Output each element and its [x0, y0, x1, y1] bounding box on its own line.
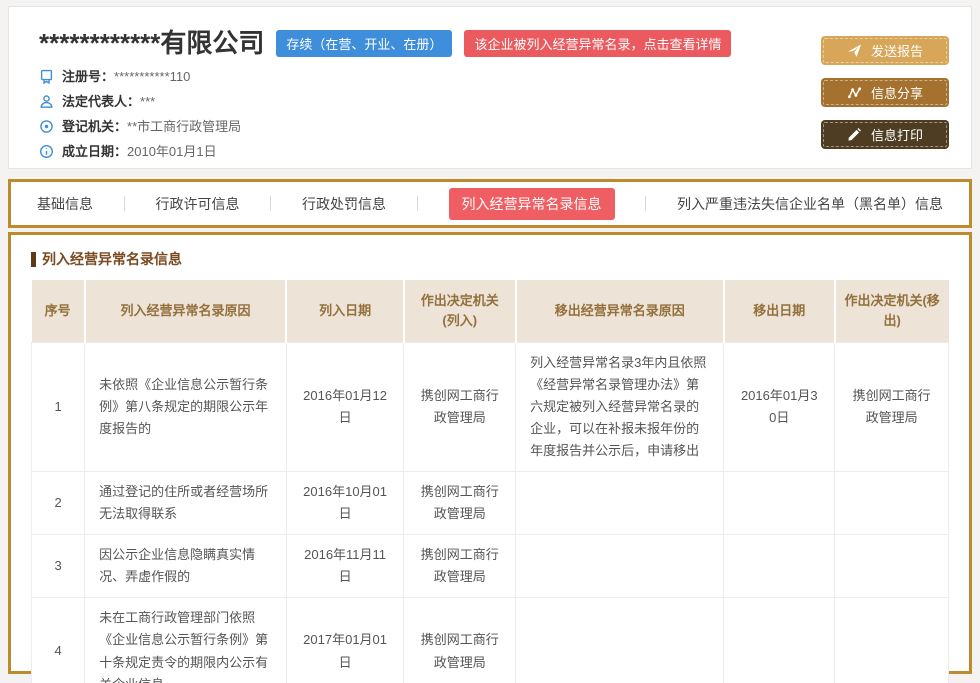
table-cell: 携创网工商行政管理局: [404, 342, 516, 471]
person-icon: [39, 94, 54, 109]
abnormal-records-table: 序号列入经营异常名录原因列入日期作出决定机关(列入)移出经营异常名录原因移出日期…: [31, 280, 949, 683]
info-label: 法定代表人：: [62, 93, 140, 111]
column-header: 移出日期: [724, 280, 835, 342]
table-row: 2通过登记的住所或者经营场所无法取得联系2016年10月01日携创网工商行政管理…: [32, 471, 949, 534]
table-cell: 携创网工商行政管理局: [404, 471, 516, 534]
abnormal-list-section: 列入经营异常名录信息 序号列入经营异常名录原因列入日期作出决定机关(列入)移出经…: [8, 232, 972, 674]
status-badge: 存续（在营、开业、在册）: [276, 30, 452, 57]
print-info-button[interactable]: 信息打印: [821, 120, 949, 149]
send-report-button[interactable]: 发送报告: [821, 36, 949, 65]
company-info-list: 注册号：***********110 法定代表人：*** 登记机关：**市工商行政管…: [39, 68, 731, 161]
action-button-label: 信息打印: [871, 125, 923, 144]
tab-bar: 基础信息 行政许可信息 行政处罚信息 列入经营异常名录信息 列入严重违法失信企业名单（黑…: [8, 179, 972, 228]
column-header: 作出决定机关(移出): [835, 280, 949, 342]
table-cell: 2016年01月12日: [286, 342, 403, 471]
table-row: 1未依照《企业信息公示暂行条例》第八条规定的期限公示年度报告的2016年01月1…: [32, 342, 949, 471]
column-header: 序号: [32, 280, 85, 342]
share-icon: [847, 85, 862, 100]
tab-admin-license[interactable]: 行政许可信息: [156, 194, 240, 214]
tab-abnormal-list[interactable]: 列入经营异常名录信息: [449, 188, 615, 220]
location-icon: [39, 119, 54, 134]
column-header: 列入经营异常名录原因: [85, 280, 287, 342]
table-cell: [724, 535, 835, 598]
table-cell: 2016年01月30日: [724, 342, 835, 471]
info-label: 注册号：: [62, 68, 114, 86]
info-label: 成立日期：: [62, 143, 127, 161]
info-value: ***: [140, 93, 155, 111]
table-cell: 未依照《企业信息公示暂行条例》第八条规定的期限公示年度报告的: [85, 342, 287, 471]
page: ************有限公司 存续（在营、开业、在册） 该企业被列入经营异常…: [0, 0, 980, 674]
info-value: **市工商行政管理局: [127, 118, 241, 136]
pencil-icon: [847, 127, 862, 142]
table-cell: [835, 535, 949, 598]
tab-admin-penalty[interactable]: 行政处罚信息: [302, 194, 386, 214]
row-index-cell: 1: [32, 342, 85, 471]
column-header: 列入日期: [286, 280, 403, 342]
title-bar-decoration: [31, 252, 36, 267]
company-summary: ************有限公司 存续（在营、开业、在册） 该企业被列入经营异常…: [39, 29, 731, 168]
info-value: 2010年01月1日: [127, 143, 217, 161]
table-header-row: 序号列入经营异常名录原因列入日期作出决定机关(列入)移出经营异常名录原因移出日期…: [32, 280, 949, 342]
table-cell: 通过登记的住所或者经营场所无法取得联系: [85, 471, 287, 534]
table-cell: 携创网工商行政管理局: [404, 598, 516, 683]
company-info-item: 法定代表人：***: [39, 93, 731, 111]
table-cell: 列入经营异常名录3年内且依照《经营异常名录管理办法》第六规定被列入经营异常名录的…: [516, 342, 724, 471]
registration-icon: [39, 69, 54, 84]
row-index-cell: 4: [32, 598, 85, 683]
table-cell: 携创网工商行政管理局: [835, 342, 949, 471]
share-info-button[interactable]: 信息分享: [821, 78, 949, 107]
row-index-cell: 3: [32, 535, 85, 598]
table-cell: [724, 471, 835, 534]
table-cell: 2017年01月01日: [286, 598, 403, 683]
abnormal-status-badge[interactable]: 该企业被列入经营异常名录，点击查看详情: [464, 30, 731, 57]
table-cell: 2016年11月11日: [286, 535, 403, 598]
table-cell: 2016年10月01日: [286, 471, 403, 534]
column-header: 作出决定机关(列入): [404, 280, 516, 342]
company-info-item: 注册号：***********110: [39, 68, 731, 86]
info-value: ***********110: [114, 68, 190, 86]
row-index-cell: 2: [32, 471, 85, 534]
table-cell: [516, 471, 724, 534]
table-cell: 因公示企业信息隐瞒真实情况、弄虚作假的: [85, 535, 287, 598]
tab-divider: [417, 196, 418, 211]
send-icon: [847, 43, 862, 58]
company-title-row: ************有限公司 存续（在营、开业、在册） 该企业被列入经营异常…: [39, 29, 731, 58]
info-icon: [39, 144, 54, 159]
table-cell: [724, 598, 835, 683]
action-button-label: 发送报告: [871, 41, 923, 60]
company-name: ************有限公司: [39, 29, 264, 58]
tab-divider: [645, 196, 646, 211]
tab-basic-info[interactable]: 基础信息: [37, 194, 93, 214]
action-button-label: 信息分享: [871, 83, 923, 102]
header-action-buttons: 发送报告信息分享信息打印: [821, 29, 949, 168]
tab-divider: [124, 196, 125, 211]
info-label: 登记机关：: [62, 118, 127, 136]
table-cell: 未在工商行政管理部门依照《企业信息公示暂行条例》第十条规定责令的期限内公示有关企…: [85, 598, 287, 683]
column-header: 移出经营异常名录原因: [516, 280, 724, 342]
company-info-item: 登记机关：**市工商行政管理局: [39, 118, 731, 136]
table-cell: [835, 598, 949, 683]
company-header-card: ************有限公司 存续（在营、开业、在册） 该企业被列入经营异常…: [8, 6, 972, 169]
table-cell: [516, 535, 724, 598]
tab-blacklist[interactable]: 列入严重违法失信企业名单（黑名单）信息: [677, 194, 943, 214]
table-cell: [835, 471, 949, 534]
table-cell: [516, 598, 724, 683]
company-info-item: 成立日期：2010年01月1日: [39, 143, 731, 161]
table-cell: 携创网工商行政管理局: [404, 535, 516, 598]
table-row: 4未在工商行政管理部门依照《企业信息公示暂行条例》第十条规定责令的期限内公示有关…: [32, 598, 949, 683]
table-row: 3因公示企业信息隐瞒真实情况、弄虚作假的2016年11月11日携创网工商行政管理…: [32, 535, 949, 598]
section-title: 列入经营异常名录信息: [31, 249, 949, 269]
section-title-text: 列入经营异常名录信息: [42, 249, 182, 269]
tab-divider: [270, 196, 271, 211]
